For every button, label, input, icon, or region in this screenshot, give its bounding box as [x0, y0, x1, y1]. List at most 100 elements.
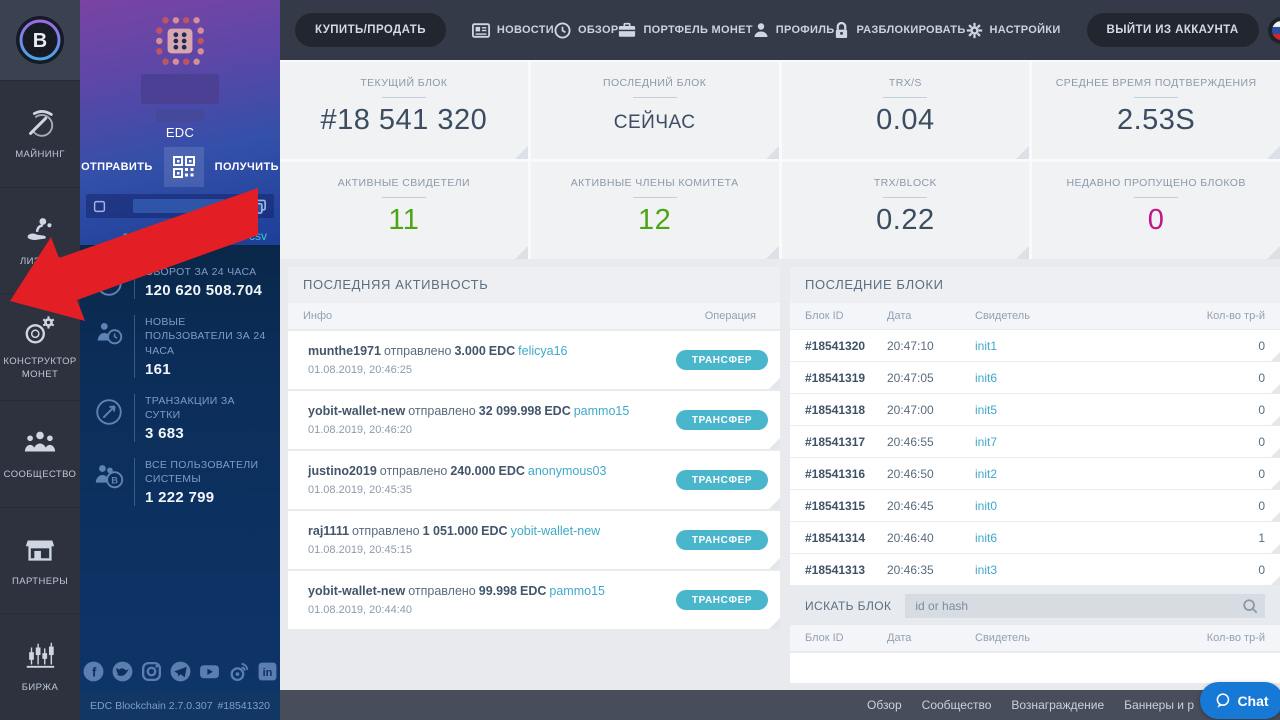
nav-item-unlock[interactable]: РАЗБЛОКИРОВАТЬ — [834, 21, 966, 39]
block-id[interactable]: #18541317 — [805, 435, 887, 449]
send-button[interactable]: ОТПРАВИТЬ — [81, 161, 153, 173]
sidebar-item-label: МАЙНИНГ — [15, 148, 65, 160]
sidebar-item-label: ЛИЗИНГ — [19, 255, 61, 267]
sidebar-item-community[interactable]: СООБЩЕСТВО — [0, 400, 80, 507]
receive-button[interactable]: ПОЛУЧИТЬ — [215, 161, 279, 173]
sidebar-item-mining[interactable]: МАЙНИНГ — [0, 80, 80, 187]
app-logo[interactable]: B — [0, 0, 80, 80]
block-id[interactable]: #18541316 — [805, 467, 887, 481]
recipient-link[interactable]: pammo15 — [574, 404, 630, 418]
nav-label: ПРОФИЛЬ — [775, 24, 835, 36]
nav-items: НОВОСТИ ОБЗОР ПОРТФЕЛЬ МОНЕТ ПРОФИЛЬ РАЗ… — [471, 21, 1061, 39]
nav-item-overview[interactable]: ОБЗОР — [554, 21, 619, 39]
transfer-badge[interactable]: ТРАНСФЕР — [676, 410, 768, 430]
sender-link[interactable]: munthe1971 — [308, 344, 381, 358]
block-row: #18541320 20:47:10 init1 0 — [790, 330, 1280, 361]
stat-transactions: ТРАНЗАКЦИИ ЗА СУТКИ 3 683 — [80, 386, 280, 450]
nav-item-news[interactable]: НОВОСТИ — [471, 22, 554, 38]
wallet-footer: EDC Blockchain 2.7.0.307 #18541320 — [80, 692, 280, 720]
all-users-icon: B — [88, 458, 130, 506]
pickaxe-mining-icon — [29, 109, 54, 137]
sender-link[interactable]: yobit-wallet-new — [308, 584, 405, 598]
block-id[interactable]: #18541313 — [805, 563, 887, 577]
stat-new-users: НОВЫЕ ПОЛЬЗОВАТЕЛИ ЗА 24 ЧАСА 161 — [80, 307, 280, 386]
linkedin-icon[interactable]: in — [256, 660, 279, 683]
block-row: #18541316 20:46:50 init2 0 — [790, 458, 1280, 489]
address-row — [86, 194, 274, 218]
sender-link[interactable]: yobit-wallet-new — [308, 404, 405, 418]
witness-link[interactable]: init2 — [975, 467, 1187, 481]
sidebar-item-partners[interactable]: ПАРТНЕРЫ — [0, 506, 80, 614]
new-users-icon — [88, 315, 130, 378]
nav-item-settings[interactable]: НАСТРОЙКИ — [966, 22, 1061, 39]
block-id[interactable]: #18541320 — [805, 339, 887, 353]
block-id[interactable]: #18541318 — [805, 403, 887, 417]
qr-button[interactable] — [163, 147, 204, 187]
witness-link[interactable]: init6 — [975, 371, 1187, 385]
stat-value: 3 683 — [145, 425, 185, 443]
language-selector[interactable] — [1267, 16, 1280, 44]
stat-value: 1 222 799 — [145, 489, 215, 507]
nav-item-portfolio[interactable]: ПОРТФЕЛЬ МОНЕТ — [618, 22, 752, 38]
balance-redacted — [141, 74, 219, 104]
witness-link[interactable]: init1 — [975, 339, 1187, 353]
block-id[interactable]: #18541315 — [805, 499, 887, 513]
twitter-icon[interactable] — [111, 660, 134, 683]
instagram-icon[interactable] — [140, 660, 163, 683]
activity-row: munthe1971 отправлено 3.000 EDC felicya16 01… — [288, 331, 780, 389]
sender-link[interactable]: raj1111 — [308, 524, 349, 538]
sidebar-item-leasing[interactable]: ЛИЗИНГ — [0, 186, 80, 294]
transfer-badge[interactable]: ТРАНСФЕР — [676, 590, 768, 610]
nav-label: НОВОСТИ — [496, 24, 554, 36]
col-info: Инфо — [303, 310, 333, 322]
settings-gear-icon — [966, 22, 982, 38]
recipient-link[interactable]: pammo15 — [549, 584, 605, 598]
overview-clock-icon — [554, 21, 571, 39]
nav-label: ОБЗОР — [578, 24, 619, 36]
transfer-badge[interactable]: ТРАНСФЕР — [676, 350, 768, 370]
sidebar-item-label: БИРЖА — [21, 682, 59, 694]
card-value: 2.53S — [1116, 104, 1196, 136]
app-window: B МАЙНИНГ ЛИЗИНГ КОНСТРУКТОР МОНЕТ СООБЩ… — [0, 0, 1280, 720]
footer-link-rewards[interactable]: Вознаграждение — [1011, 698, 1104, 712]
transfer-badge[interactable]: ТРАНСФЕР — [676, 470, 768, 490]
search-block-label: ИСКАТЬ БЛОК — [805, 599, 892, 613]
telegram-icon[interactable] — [169, 660, 192, 683]
turnover-icon: B — [88, 265, 130, 299]
witness-link[interactable]: init3 — [975, 563, 1187, 577]
footer-link-overview[interactable]: Обзор — [867, 698, 902, 712]
nav-item-profile[interactable]: ПРОФИЛЬ — [753, 22, 835, 38]
sidebar-item-exchange[interactable]: БИРЖА — [0, 613, 80, 720]
witness-link[interactable]: init0 — [975, 499, 1187, 513]
wallet-actions: ОТПРАВИТЬ ПОЛУЧИТЬ — [80, 147, 280, 187]
stat-value: 120 620 508.704 — [145, 282, 263, 300]
footer-link-community[interactable]: Сообщество — [922, 698, 992, 712]
witness-link[interactable]: init7 — [975, 435, 1187, 449]
sidebar-item-coin-constructor[interactable]: КОНСТРУКТОР МОНЕТ — [0, 293, 80, 400]
card-missed-blocks: НЕДАВНО ПРОПУЩЕНО БЛОКОВ 0 — [1032, 162, 1280, 259]
recipient-link[interactable]: anonymous03 — [528, 464, 607, 478]
block-row: #18541313 20:46:35 init3 0 — [790, 554, 1280, 585]
block-id[interactable]: #18541319 — [805, 371, 887, 385]
witness-link[interactable]: init5 — [975, 403, 1187, 417]
partners-store-icon — [25, 540, 55, 561]
recipient-link[interactable]: felicya16 — [518, 344, 567, 358]
logout-button[interactable]: ВЫЙТИ ИЗ АККАУНТА — [1086, 13, 1259, 47]
weibo-icon[interactable] — [227, 660, 250, 683]
nav-label: РАЗБЛОКИРОВАТЬ — [856, 24, 966, 36]
witness-link[interactable]: init6 — [975, 531, 1187, 545]
search-icon[interactable] — [1242, 598, 1258, 619]
facebook-icon[interactable]: f — [82, 660, 105, 683]
stat-label: ТРАНЗАКЦИИ ЗА СУТКИ — [145, 394, 235, 421]
buy-sell-button[interactable]: КУПИТЬ/ПРОДАТЬ — [295, 13, 446, 47]
block-id[interactable]: #18541314 — [805, 531, 887, 545]
transfer-badge[interactable]: ТРАНСФЕР — [676, 530, 768, 550]
footer-link-banners[interactable]: Баннеры и р — [1124, 698, 1194, 712]
recipient-link[interactable]: yobit-wallet-new — [511, 524, 601, 538]
sender-link[interactable]: justino2019 — [308, 464, 377, 478]
youtube-icon[interactable] — [198, 660, 221, 683]
copy-address-icon[interactable] — [252, 199, 267, 214]
chat-button[interactable]: Chat — [1200, 682, 1280, 719]
download-history-csv-link[interactable]: ать полную историю в csv — [80, 229, 280, 243]
block-search-input[interactable] — [905, 594, 1265, 618]
